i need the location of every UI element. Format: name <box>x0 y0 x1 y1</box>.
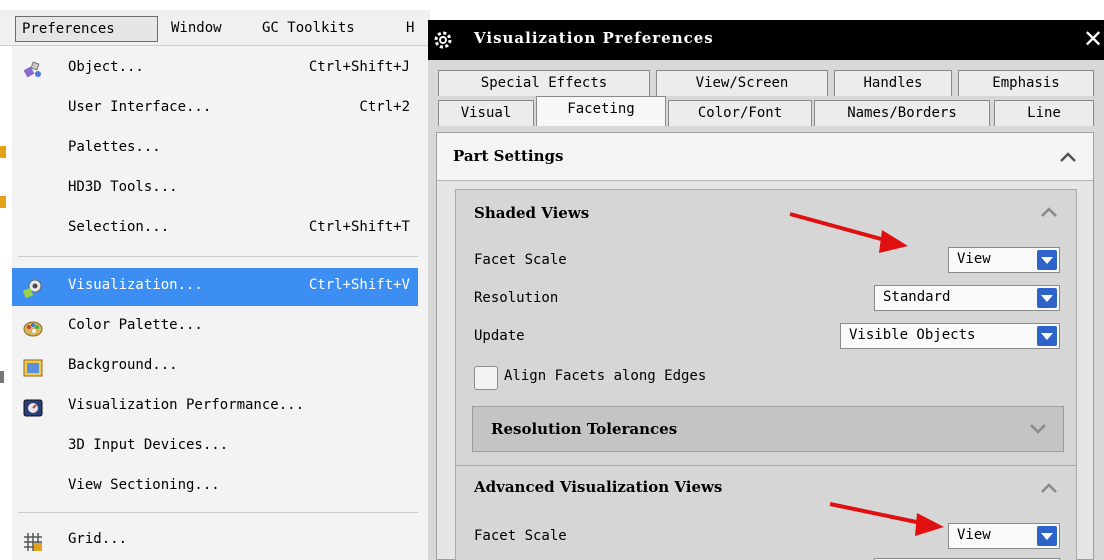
update-label: Update <box>474 328 525 344</box>
tab-line[interactable]: Line <box>994 100 1094 126</box>
menu-item-label: Grid... <box>68 531 128 547</box>
object-icon <box>22 59 44 81</box>
advanced-visualization-views-group: Advanced Visualization Views Facet Scale… <box>455 465 1077 560</box>
align-facets-checkbox[interactable] <box>474 366 498 390</box>
edge-mark <box>0 371 4 383</box>
tab-special-effects[interactable]: Special Effects <box>438 70 650 96</box>
facet-scale-label: Facet Scale <box>474 252 567 268</box>
menu-preferences[interactable]: Preferences <box>15 16 158 42</box>
chevron-down-icon[interactable] <box>1037 250 1057 270</box>
close-icon[interactable]: ✕ <box>1082 23 1104 57</box>
menu-separator <box>18 512 418 513</box>
menu-item-label: Visualization Performance... <box>68 397 305 413</box>
advanced-facet-scale-label: Facet Scale <box>474 528 567 544</box>
facet-scale-dropdown[interactable]: View <box>948 247 1060 273</box>
advanced-facet-scale-dropdown[interactable]: View <box>948 523 1060 549</box>
menu-item-shortcut: Ctrl+Shift+T <box>308 219 410 235</box>
menu-item-hd3d-tools[interactable]: HD3D Tools... <box>12 170 418 208</box>
tab-visual[interactable]: Visual <box>438 100 534 126</box>
menu-separator <box>18 256 418 257</box>
edge-mark <box>0 196 6 208</box>
facet-scale-value: View <box>957 251 991 267</box>
chevron-down-icon[interactable] <box>1037 526 1057 546</box>
menu-item-label: View Sectioning... <box>68 477 220 493</box>
resolution-tolerances-title: Resolution Tolerances <box>491 420 678 438</box>
part-settings-header[interactable]: Part Settings <box>437 133 1093 181</box>
chevron-up-icon[interactable] <box>1059 151 1077 163</box>
part-settings-title: Part Settings <box>453 147 564 165</box>
background-icon <box>22 357 44 379</box>
gear-icon[interactable] <box>432 29 454 51</box>
faceting-panel: Part Settings Shaded Views Facet Scale V… <box>436 132 1094 560</box>
menu-item-shortcut: Ctrl+Shift+J <box>308 59 410 75</box>
annotation-arrow-icon <box>789 212 908 253</box>
update-dropdown[interactable]: Visible Objects <box>840 323 1060 349</box>
advanced-facet-scale-value: View <box>957 527 991 543</box>
menu-gc-toolkits[interactable]: GC Toolkits <box>256 16 361 42</box>
tab-color-font[interactable]: Color/Font <box>668 100 812 126</box>
menu-item-visualization-performance[interactable]: Visualization Performance... <box>12 388 418 426</box>
visualization-icon <box>22 277 44 299</box>
annotation-arrow-icon <box>829 502 944 536</box>
color-palette-icon <box>22 317 44 339</box>
tab-emphasis[interactable]: Emphasis <box>958 70 1094 96</box>
visualization-preferences-dialog: Visualization Preferences ✕ Special Effe… <box>428 20 1104 560</box>
shaded-views-group: Shaded Views Facet Scale View Resolution… <box>455 189 1077 469</box>
tab-handles[interactable]: Handles <box>834 70 952 96</box>
align-facets-label: Align Facets along Edges <box>504 368 707 384</box>
tab-view-screen[interactable]: View/Screen <box>656 70 828 96</box>
menu-item-label: Visualization... <box>68 277 203 293</box>
tab-names-borders[interactable]: Names/Borders <box>814 100 990 126</box>
menu-bar: Preferences Window GC Toolkits H <box>0 10 430 46</box>
menu-item-selection[interactable]: Selection... Ctrl+Shift+T <box>12 210 418 248</box>
menu-h[interactable]: H <box>400 16 420 42</box>
preferences-menu: Object... Ctrl+Shift+J User Interface...… <box>12 46 430 560</box>
menu-item-label: Background... <box>68 357 178 373</box>
grid-icon <box>22 531 44 553</box>
resolution-dropdown[interactable]: Standard <box>874 285 1060 311</box>
menu-item-shortcut: Ctrl+Shift+V <box>308 277 410 293</box>
dialog-title: Visualization Preferences <box>474 29 714 47</box>
menu-item-label: Color Palette... <box>68 317 203 333</box>
background-window-edge <box>0 46 12 560</box>
menu-item-background[interactable]: Background... <box>12 348 418 386</box>
menu-item-shortcut: Ctrl+2 <box>359 99 410 115</box>
performance-icon <box>22 397 44 419</box>
resolution-tolerances-header[interactable]: Resolution Tolerances <box>472 406 1064 452</box>
tab-faceting[interactable]: Faceting <box>536 96 666 126</box>
menu-item-3d-input-devices[interactable]: 3D Input Devices... <box>12 428 418 466</box>
menu-item-label: Palettes... <box>68 139 161 155</box>
chevron-down-icon[interactable] <box>1029 423 1047 435</box>
menu-item-user-interface[interactable]: User Interface... Ctrl+2 <box>12 90 418 128</box>
dialog-titlebar: Visualization Preferences ✕ <box>428 20 1104 60</box>
advanced-visualization-views-title: Advanced Visualization Views <box>474 478 723 496</box>
chevron-down-icon[interactable] <box>1037 326 1057 346</box>
edge-mark <box>0 146 6 158</box>
chevron-down-icon[interactable] <box>1037 288 1057 308</box>
menu-window[interactable]: Window <box>165 16 228 42</box>
menu-item-object[interactable]: Object... Ctrl+Shift+J <box>12 50 418 88</box>
menu-item-grid[interactable]: Grid... <box>12 522 418 560</box>
menu-item-view-sectioning[interactable]: View Sectioning... <box>12 468 418 506</box>
menu-item-label: User Interface... <box>68 99 212 115</box>
update-value: Visible Objects <box>849 327 976 343</box>
chevron-up-icon[interactable] <box>1040 206 1058 218</box>
shaded-views-header[interactable]: Shaded Views <box>456 190 1076 232</box>
resolution-value: Standard <box>883 289 951 305</box>
menu-item-color-palette[interactable]: Color Palette... <box>12 308 418 346</box>
resolution-label: Resolution <box>474 290 559 306</box>
menu-item-label: HD3D Tools... <box>68 179 178 195</box>
menu-item-visualization[interactable]: Visualization... Ctrl+Shift+V <box>12 268 418 306</box>
advanced-visualization-views-header[interactable]: Advanced Visualization Views <box>456 466 1076 506</box>
menu-item-label: Object... <box>68 59 144 75</box>
menu-item-label: 3D Input Devices... <box>68 437 229 453</box>
shaded-views-title: Shaded Views <box>474 204 590 222</box>
menu-item-palettes[interactable]: Palettes... <box>12 130 418 168</box>
chevron-up-icon[interactable] <box>1040 482 1058 494</box>
menu-item-label: Selection... <box>68 219 170 235</box>
